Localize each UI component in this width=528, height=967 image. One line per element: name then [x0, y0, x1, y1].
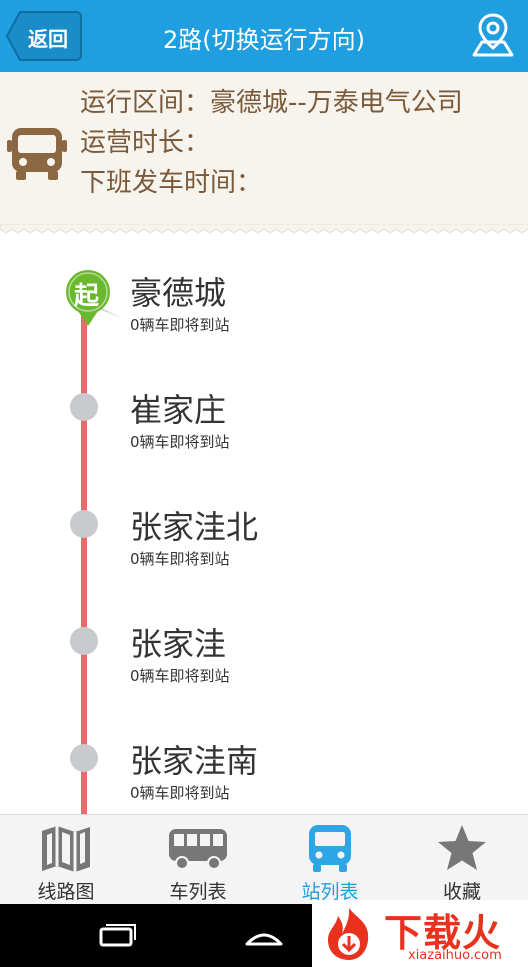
tab-label: 车列表 — [169, 881, 227, 903]
tab-route-map[interactable]: 线路图 — [0, 815, 132, 905]
start-badge-icon: 起 — [64, 268, 124, 328]
back-button-label: 返回 — [28, 27, 68, 51]
star-icon — [436, 823, 488, 873]
back-button[interactable]: 返回 — [6, 11, 82, 61]
route-duration-line: 运营时长： — [80, 122, 210, 159]
recent-apps-icon[interactable] — [98, 918, 158, 954]
stop-dot — [70, 627, 98, 655]
stop-name: 崔家庄 — [130, 391, 227, 429]
route-info-panel: 运行区间：豪德城--万泰电气公司 运营时长： 下班发车时间： — [0, 72, 528, 230]
header-bar: 返回 2路(切换运行方向) — [0, 0, 528, 72]
stop-dot — [70, 393, 98, 421]
tab-favorites[interactable]: 收藏 — [396, 815, 528, 905]
home-icon[interactable] — [244, 918, 304, 954]
bus-front-icon — [6, 122, 68, 184]
watermark: 下载火 xiazaihuo.com — [312, 900, 528, 967]
route-schedule-line: 下班发车时间： — [80, 162, 262, 199]
stop-dot — [70, 744, 98, 772]
route-duration-label: 运营时长： — [80, 128, 211, 158]
stop-item[interactable]: 崔家庄 0辆车即将到站 — [0, 377, 528, 494]
app-screen: 返回 2路(切换运行方向) 运行区间：豪德城--万泰电气公司 运营时长： 下班发… — [0, 0, 528, 967]
stop-name: 张家洼 — [130, 625, 227, 663]
bus-stop-icon — [304, 823, 356, 873]
map-icon — [40, 823, 92, 873]
stop-dot — [70, 510, 98, 538]
flame-logo-icon — [318, 904, 380, 964]
page-title: 2路(切换运行方向) — [163, 26, 365, 54]
tab-label: 线路图 — [37, 881, 95, 903]
tab-stop-list[interactable]: 站列表 — [264, 815, 396, 905]
stop-status: 0辆车即将到站 — [130, 550, 230, 568]
stop-item[interactable]: 张家洼北 0辆车即将到站 — [0, 494, 528, 611]
route-section-value: 豪德城--万泰电气公司 — [210, 88, 463, 118]
start-badge-label: 起 — [74, 281, 100, 310]
stop-name: 张家洼北 — [130, 508, 259, 546]
stop-status: 0辆车即将到站 — [130, 316, 230, 334]
watermark-url: xiazaihuo.com — [408, 948, 502, 963]
stop-list[interactable]: 豪德城 0辆车即将到站 起 崔家庄 0辆车即将到站 张家洼北 0辆车即将到站 张… — [0, 240, 528, 814]
route-section-line: 运行区间：豪德城--万泰电气公司 — [80, 82, 463, 119]
bus-icon — [169, 823, 227, 873]
stop-status: 0辆车即将到站 — [130, 433, 230, 451]
bottom-tab-bar: 线路图 车列表 站列表 收藏 — [0, 814, 528, 904]
stop-name: 豪德城 — [130, 274, 227, 312]
stop-status: 0辆车即将到站 — [130, 784, 230, 802]
route-section-label: 运行区间： — [80, 88, 211, 118]
map-pin-icon[interactable] — [470, 12, 516, 58]
zigzag-divider — [0, 224, 528, 234]
stop-status: 0辆车即将到站 — [130, 667, 230, 685]
stop-name: 张家洼南 — [130, 742, 259, 780]
route-schedule-label: 下班发车时间： — [80, 168, 263, 198]
stop-item[interactable]: 张家洼南 0辆车即将到站 — [0, 728, 528, 814]
stop-item[interactable]: 张家洼 0辆车即将到站 — [0, 611, 528, 728]
tab-bus-list[interactable]: 车列表 — [132, 815, 264, 905]
